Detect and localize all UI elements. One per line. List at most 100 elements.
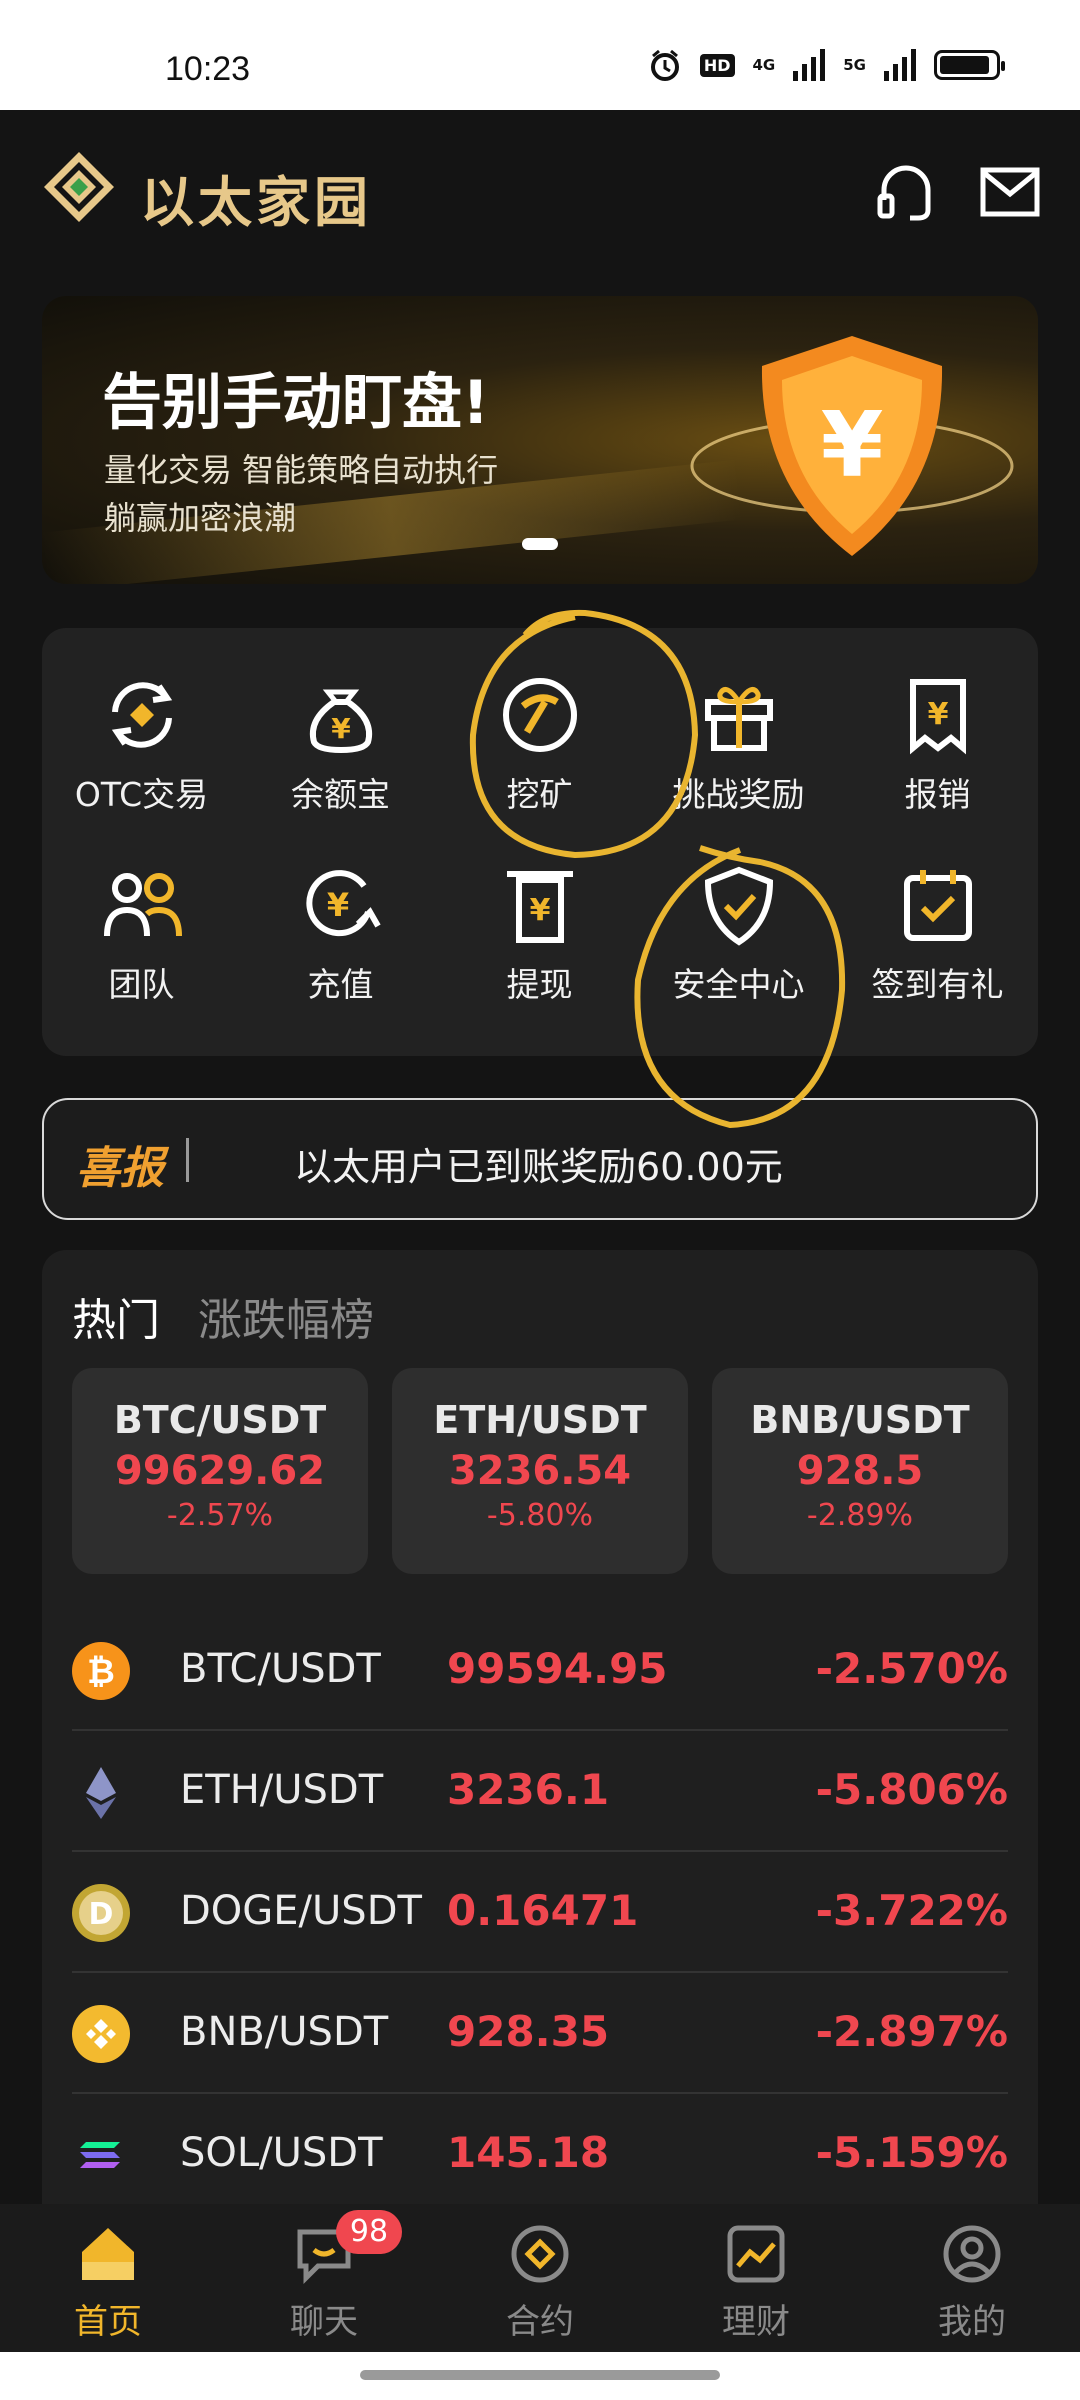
home-indicator[interactable]: [360, 2370, 720, 2380]
promo-banner[interactable]: 告别手动盯盘! 量化交易 智能策略自动执行 躺赢加密浪潮 ¥: [42, 296, 1038, 584]
alarm-icon: [650, 49, 679, 81]
card-pair: BTC/USDT: [113, 1398, 327, 1442]
market-row[interactable]: D DOGE/USDT 0.16471 -3.722%: [72, 1852, 1008, 1973]
nav-profile[interactable]: 我的: [864, 2204, 1080, 2352]
menu-checkin-gift[interactable]: 签到有礼: [838, 818, 1037, 1008]
row-price: 928.35: [447, 2007, 610, 2056]
market-card-bnb[interactable]: BNB/USDT 928.5 -2.89%: [712, 1368, 1008, 1574]
announcement-divider: [186, 1138, 189, 1182]
market-tabs: 热门 涨跌幅榜: [72, 1284, 374, 1348]
pickaxe-icon: [502, 678, 577, 752]
menu-yuebao[interactable]: ¥ 余额宝: [241, 628, 440, 818]
network-5g: 5G: [843, 56, 866, 74]
status-icons: HD 4G 5G: [648, 48, 1005, 82]
calendar-check-icon: [903, 870, 972, 941]
nav-contract[interactable]: 合约: [432, 2204, 648, 2352]
exchange-icon: [111, 682, 172, 748]
row-pair: BNB/USDT: [180, 2009, 389, 2055]
app-header: 以太家园: [0, 110, 1080, 270]
profile-icon: [943, 2225, 1001, 2283]
headset-icon[interactable]: [874, 160, 938, 224]
market-card-eth[interactable]: ETH/USDT 3236.54 -5.80%: [392, 1368, 688, 1574]
menu-label: 安全中心: [672, 965, 805, 1004]
solana-icon: [80, 2142, 120, 2168]
row-price: 99594.95: [447, 1644, 668, 1693]
market-row[interactable]: SOL/USDT 145.18 -5.159%: [72, 2094, 1008, 2215]
svg-text:₿: ₿: [87, 1652, 115, 1692]
row-change: -3.722%: [815, 1886, 1008, 1935]
home-icon: [82, 2228, 134, 2280]
signal-icon-2: [884, 49, 916, 81]
svg-text:¥: ¥: [326, 886, 348, 924]
battery-icon: [934, 50, 1005, 80]
status-bar: 10:23 HD 4G 5G: [0, 0, 1080, 110]
mail-icon[interactable]: [978, 160, 1042, 224]
card-price: 928.5: [796, 1448, 924, 1494]
nav-label: 合约: [506, 2302, 574, 2342]
tab-hot[interactable]: 热门: [72, 1295, 160, 1346]
nav-finance[interactable]: 理财: [648, 2204, 864, 2352]
gift-icon: [704, 687, 773, 751]
withdraw-icon: ¥: [506, 871, 573, 943]
menu-reimburse[interactable]: ¥ 报销: [838, 628, 1037, 818]
menu-withdraw[interactable]: ¥ 提现: [440, 818, 639, 1008]
market-row[interactable]: ₿ BTC/USDT 99594.95 -2.570%: [72, 1610, 1008, 1731]
nav-chat[interactable]: 98 聊天: [216, 2204, 432, 2352]
menu-label: OTC交易: [74, 775, 209, 814]
row-change: -2.897%: [815, 2007, 1008, 2056]
card-change: -2.89%: [806, 1498, 914, 1533]
menu-challenge-reward[interactable]: 挑战奖励: [639, 628, 838, 818]
card-price: 3236.54: [448, 1448, 632, 1494]
menu-mining[interactable]: 挖矿: [440, 628, 639, 818]
nav-label: 首页: [74, 2302, 142, 2342]
team-icon: [103, 873, 182, 937]
row-price: 145.18: [447, 2128, 610, 2177]
row-price: 0.16471: [447, 1886, 639, 1935]
menu-label: 报销: [904, 775, 971, 814]
ethereum-icon: [86, 1767, 116, 1819]
announcement-message: 以太用户已到账奖励60.00元: [294, 1145, 783, 1189]
banner-title: 告别手动盯盘!: [102, 368, 490, 438]
bottom-nav: 首页 98 聊天 合约 理财 我的: [0, 2204, 1080, 2352]
signal-icon: [793, 49, 826, 81]
svg-text:¥: ¥: [927, 697, 948, 732]
svg-text:¥: ¥: [331, 712, 351, 745]
hd-badge: HD: [699, 53, 735, 77]
menu-label: 挑战奖励: [672, 775, 805, 814]
deposit-icon: ¥: [305, 870, 381, 937]
banner-subtitle-line2: 躺赢加密浪潮: [104, 499, 297, 537]
menu-team[interactable]: 团队: [42, 818, 241, 1008]
announcement-bar[interactable]: 喜报 以太用户已到账奖励60.00元: [42, 1098, 1038, 1220]
market-panel: 热门 涨跌幅榜 BTC/USDT 99629.62 -2.57% ETH/USD…: [42, 1250, 1038, 2250]
status-time: 10:23: [165, 50, 251, 88]
receipt-icon: ¥: [909, 679, 966, 755]
banner-pager-indicator: [522, 538, 558, 550]
logo-icon: [44, 152, 114, 222]
row-change: -5.806%: [815, 1765, 1008, 1814]
market-card-btc[interactable]: BTC/USDT 99629.62 -2.57%: [72, 1368, 368, 1574]
contract-icon: [511, 2225, 569, 2283]
nav-label: 理财: [722, 2302, 790, 2342]
card-pair: BNB/USDT: [750, 1398, 970, 1442]
menu-security-center[interactable]: 安全中心: [639, 818, 838, 1008]
market-row[interactable]: BNB/USDT 928.35 -2.897%: [72, 1973, 1008, 2094]
network-4g: 4G: [752, 56, 776, 74]
menu-label: 提现: [506, 965, 573, 1004]
announcement-tag: 喜报: [76, 1143, 164, 1194]
tab-gainers-losers[interactable]: 涨跌幅榜: [198, 1295, 374, 1346]
menu-otc-trade[interactable]: OTC交易: [42, 628, 241, 818]
finance-icon: [727, 2225, 785, 2283]
menu-label: 余额宝: [291, 775, 390, 814]
row-change: -2.570%: [815, 1644, 1008, 1693]
row-price: 3236.1: [447, 1765, 610, 1814]
chat-unread-badge: 98: [336, 2210, 402, 2254]
market-row[interactable]: ETH/USDT 3236.1 -5.806%: [72, 1731, 1008, 1852]
row-pair: DOGE/USDT: [180, 1888, 422, 1934]
nav-home[interactable]: 首页: [0, 2204, 216, 2352]
card-price: 99629.62: [114, 1448, 326, 1494]
menu-label: 团队: [108, 965, 175, 1004]
menu-deposit[interactable]: ¥ 充值: [241, 818, 440, 1008]
row-pair: ETH/USDT: [180, 1767, 384, 1813]
card-change: -2.57%: [166, 1498, 274, 1533]
bnb-icon: [72, 2005, 130, 2063]
